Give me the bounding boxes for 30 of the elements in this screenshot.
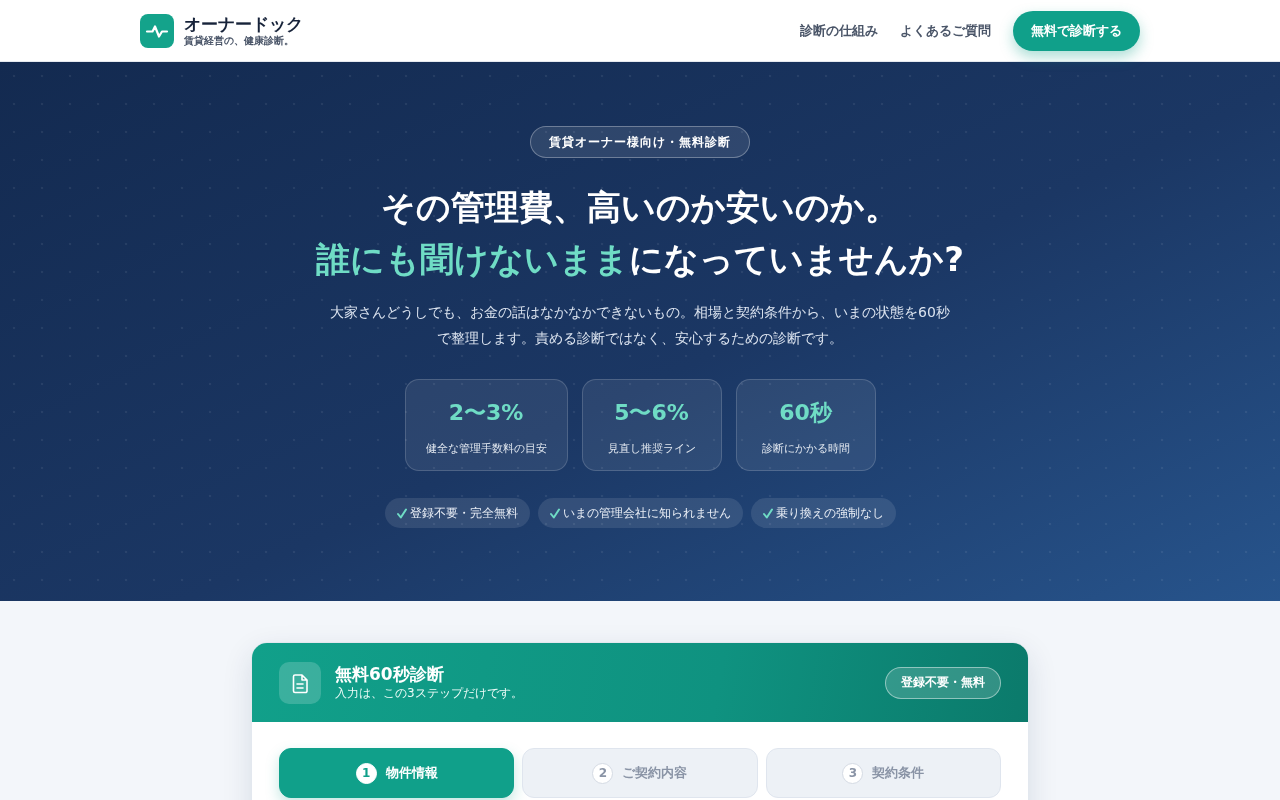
card-subtitle: 入力は、この3ステップだけです。 — [335, 685, 523, 702]
stat-value: 2〜3% — [448, 399, 524, 427]
step-tab[interactable]: 2 ご契約内容 — [522, 748, 758, 798]
brand-tagline: 賃貸経営の、健康診断。 — [184, 34, 295, 47]
stat-value: 60秒 — [779, 399, 832, 427]
step-number: 2 — [592, 762, 614, 784]
step-number: 1 — [355, 762, 377, 784]
stat-label: 見直し推奨ライン — [607, 441, 696, 457]
check-icon — [396, 507, 407, 519]
feature-text: いまの管理会社に知られません — [562, 504, 731, 522]
check-icon — [762, 507, 773, 519]
step-number: 3 — [842, 762, 864, 784]
stat-label: 健全な管理手数料の目安 — [425, 441, 547, 457]
stat-label: 診断にかかる時間 — [761, 441, 850, 457]
document-icon — [279, 661, 321, 704]
feature-text: 登録不要・完全無料 — [409, 504, 518, 522]
free-badge: 登録不要・無料 — [885, 666, 1001, 699]
hero-description: 大家さんどうしでも、お金の話はなかなかできないもの。相場と契約条件から、いまの状態を60秒で整理します。責める診断ではなく、安心するための診断です。 — [329, 303, 951, 348]
check-icon — [549, 507, 560, 519]
card-title: 無料60秒診断 — [335, 663, 444, 685]
step-tab[interactable]: 1 物件情報 — [279, 748, 515, 798]
step-tab[interactable]: 3 契約条件 — [765, 748, 1001, 798]
nav-link[interactable]: 診断の仕組み — [800, 21, 878, 40]
stat-value: 5〜6% — [614, 399, 689, 427]
cta-button[interactable]: 無料で診断する — [1013, 10, 1140, 51]
nav-link[interactable]: よくあるご質問 — [900, 21, 991, 40]
feature-text: 乗り換えの強制なし — [775, 504, 884, 522]
hero-heading: その管理費、高いのか安いのか。 誰にも聞けないままになっていませんか? — [316, 186, 964, 281]
brand-name: オーナードック — [184, 14, 303, 34]
audience-badge: 賃貸オーナー様向け・無料診断 — [530, 126, 750, 158]
